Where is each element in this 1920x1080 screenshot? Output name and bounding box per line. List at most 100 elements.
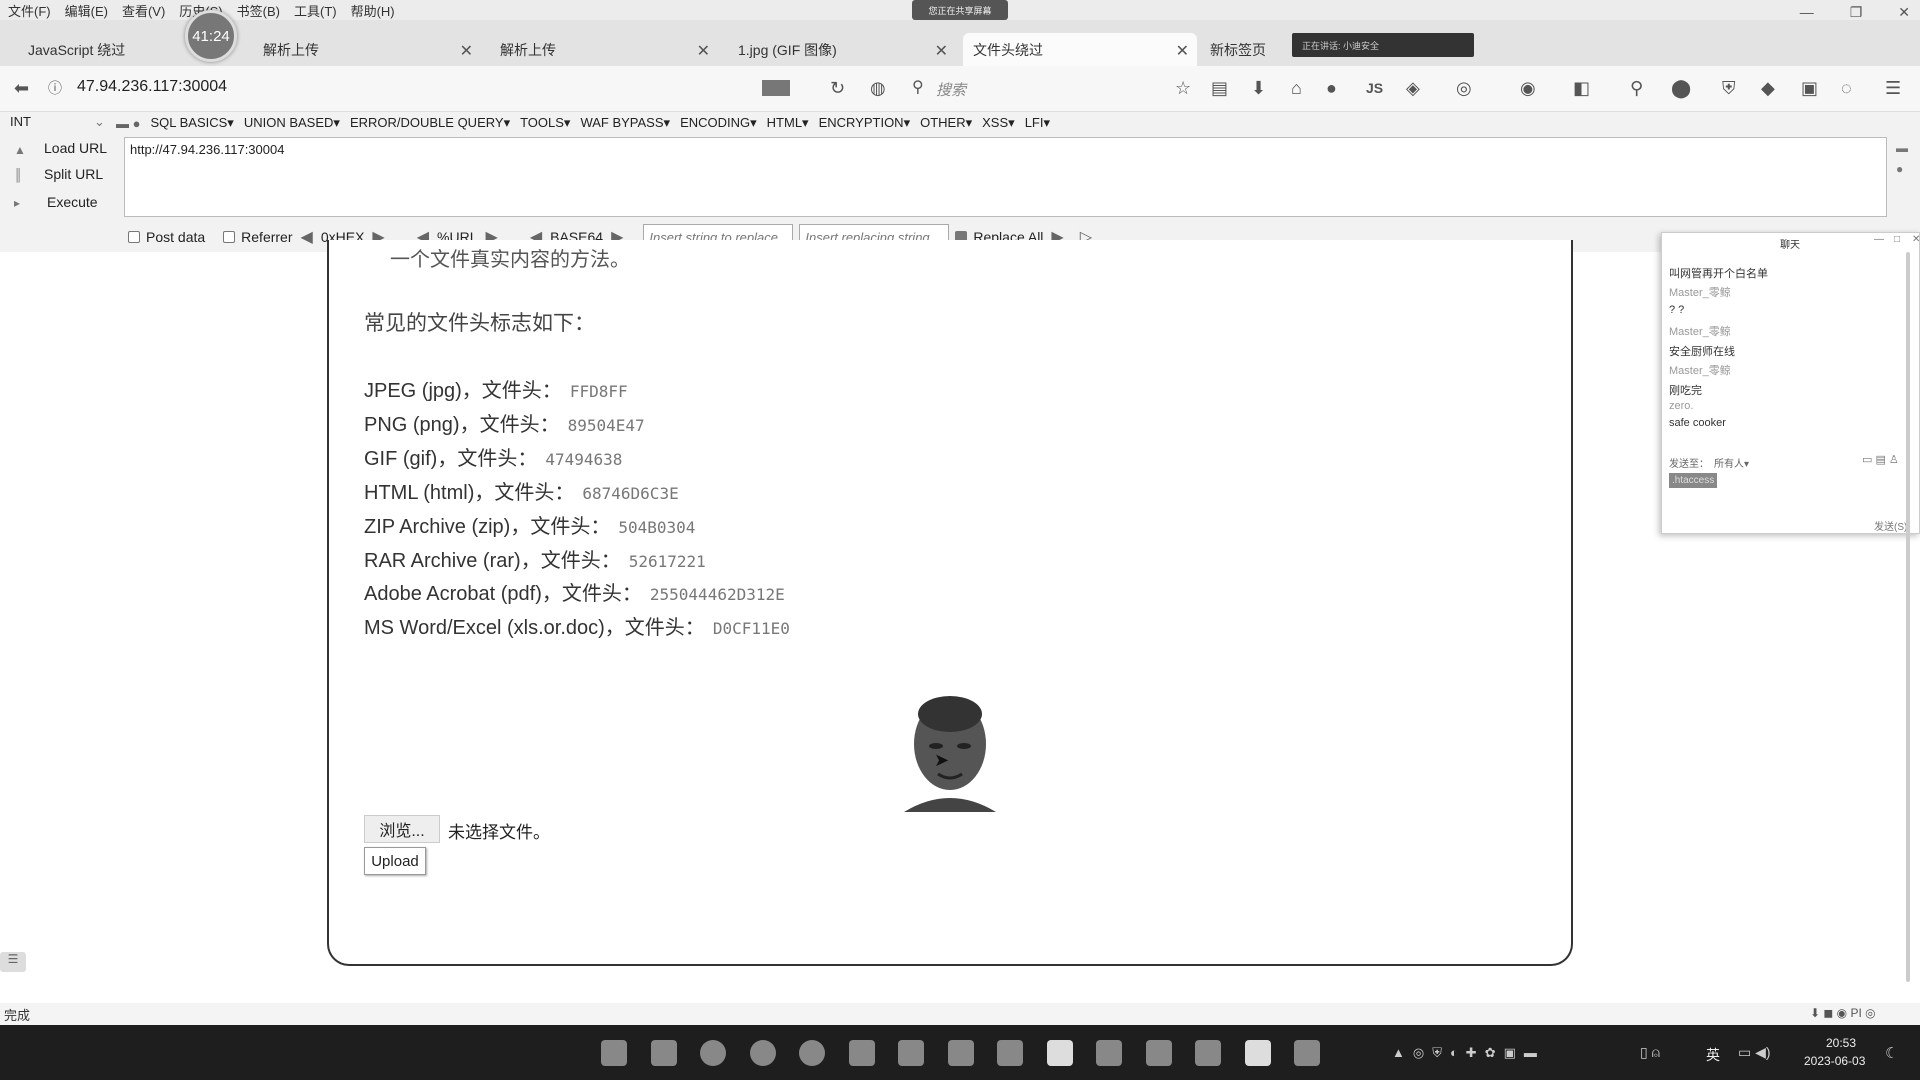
java-icon[interactable] [1245,1040,1271,1066]
menu-file[interactable]: 文件(F) [8,1,51,20]
chat-minimize-icon[interactable]: — [1874,234,1884,245]
home-icon[interactable]: ⌂ [1291,78,1302,98]
send-to-select[interactable]: 所有人▾ [1714,455,1749,470]
tab-new-tab[interactable]: 新标签页 [1200,33,1290,66]
security-app-icon[interactable] [1146,1040,1172,1066]
hackbar-menu-encryption[interactable]: ENCRYPTION▾ [819,115,911,131]
decode-arrow-icon[interactable]: ◀ [301,227,313,247]
system-tray-icons[interactable]: ▯ ⍝ [1640,1044,1660,1061]
chat-maximize-icon[interactable]: □ [1894,234,1900,245]
reader-mode-icon[interactable] [762,80,790,96]
tray-icons[interactable]: ▲◎⛨◐✚✿▣▬ [1392,1045,1545,1061]
close-tab-icon[interactable]: ✕ [697,41,710,61]
hackbar-menu-waf-bypass[interactable]: WAF BYPASS▾ [580,115,670,131]
page-scrollbar[interactable] [1906,252,1910,982]
bookmark-star-icon[interactable]: ☆ [1175,78,1191,98]
upload-button[interactable]: Upload [364,847,426,875]
chrome-icon[interactable] [750,1040,776,1066]
chat-sender: Master_零鲸 [1669,287,1731,299]
bookmarks-list-icon[interactable]: ▤ [1211,78,1228,98]
close-tab-icon[interactable]: ✕ [460,41,473,61]
search-input[interactable]: 搜索 [936,79,966,100]
app-icon[interactable] [898,1040,924,1066]
hackbar-menu-encoding[interactable]: ENCODING▾ [680,115,757,131]
tab-parse-upload-1[interactable]: 解析上传 ✕ [253,33,481,66]
chat-message-input[interactable]: .htaccess [1669,473,1718,488]
url-bar[interactable]: 47.94.236.117:30004 [77,78,227,96]
status-icons[interactable]: ⬇ ◼ ◉ PI ◎ [1810,1006,1876,1020]
tab-file-header-bypass[interactable]: 文件头绕过 ✕ [963,33,1197,66]
extension-icon[interactable]: ◉ [1520,78,1536,98]
extension-icon[interactable]: ◧ [1573,78,1590,98]
menu-edit[interactable]: 编辑(E) [65,1,108,20]
extension-icon[interactable]: ◎ [1456,78,1472,98]
extension-icon[interactable]: ▣ [1801,78,1818,98]
hackbar-menu-union-based[interactable]: UNION BASED▾ [244,115,340,131]
notification-icon[interactable]: ☾ [1885,1044,1898,1062]
referrer-checkbox[interactable] [223,231,236,243]
close-window-icon[interactable]: ✕ [1898,4,1910,21]
hackbar-side-icon[interactable]: ● [1896,162,1903,176]
hackbar-menu-error-double-query[interactable]: ERROR/DOUBLE QUERY▾ [350,115,510,131]
browse-file-button[interactable]: 浏览... [364,815,440,843]
hackbar-menu-xss[interactable]: XSS▾ [982,115,1015,131]
chat-send-button[interactable]: 发送(S) [1874,518,1907,533]
execute-button[interactable]: Execute [47,194,98,210]
extension-icon[interactable]: ● [1326,78,1337,98]
hamburger-menu-icon[interactable]: ☰ [1885,78,1901,98]
zoom-icon[interactable]: ⚲ [1630,78,1643,98]
hackbar-menu-html[interactable]: HTML▾ [767,115,809,131]
hackbar-side-icon[interactable]: ▬ [1896,141,1908,155]
clock-time[interactable]: 20:53 [1826,1036,1856,1050]
file-explorer-icon[interactable] [651,1040,677,1066]
hackbar-type-select[interactable]: INT ⌄ [10,114,105,129]
shield-icon[interactable]: ⛨ [1722,78,1736,98]
phpstorm-icon[interactable] [1096,1040,1122,1066]
adblock-icon[interactable]: ⬤ [1671,78,1691,98]
app-icon[interactable] [1294,1040,1320,1066]
chat-close-icon[interactable]: ✕ [1912,234,1920,245]
extension-icon[interactable]: ◆ [1761,78,1775,98]
chat-toolbar-icons[interactable]: ▭ ▤ ♙ [1862,453,1899,466]
hackbar-menu-tools[interactable]: TOOLS▾ [520,115,570,131]
menu-tools[interactable]: 工具(T) [294,1,337,20]
sidebar-toggle-icon[interactable]: ☰ [0,952,26,972]
edge-browser-icon[interactable] [700,1040,726,1066]
tab-gif-image[interactable]: 1.jpg (GIF 图像) ✕ [728,33,956,66]
menu-help[interactable]: 帮助(H) [351,1,395,20]
split-url-button[interactable]: Split URL [44,166,103,182]
extension-icon[interactable]: ◌ [1841,78,1852,98]
close-tab-icon[interactable]: ✕ [1176,41,1189,61]
restore-icon[interactable]: ❐ [1850,4,1863,21]
signature-hex: 52617221 [628,552,706,571]
firefox-icon[interactable] [799,1040,825,1066]
reload-icon[interactable]: ↻ [830,78,845,98]
menu-bookmarks[interactable]: 书签(B) [237,1,280,20]
clock-date[interactable]: 2023-06-03 [1804,1054,1865,1068]
extension-icon[interactable]: ◈ [1406,78,1420,98]
site-info-icon[interactable]: ⓘ [48,78,62,98]
menu-view[interactable]: 查看(V) [122,1,165,20]
load-url-button[interactable]: Load URL [44,140,107,156]
app-icon[interactable] [948,1040,974,1066]
minimize-icon[interactable]: — [1800,4,1814,20]
app-icon[interactable] [997,1040,1023,1066]
network-volume-icons[interactable]: ▭ ◀) [1738,1044,1771,1061]
tab-parse-upload-2[interactable]: 解析上传 ✕ [490,33,718,66]
app-icon[interactable] [849,1040,875,1066]
task-view-icon[interactable] [601,1040,627,1066]
js-toggle-icon[interactable]: JS [1366,78,1383,98]
post-data-checkbox[interactable] [128,231,140,243]
java-icon[interactable] [1047,1040,1073,1066]
hackbar-menu-sql-basics[interactable]: SQL BASICS▾ [150,115,233,131]
app-icon[interactable] [1195,1040,1221,1066]
back-arrow-icon[interactable]: ⬅ [14,78,29,98]
close-tab-icon[interactable]: ✕ [935,41,948,61]
input-method-indicator[interactable]: 英 [1706,1045,1720,1065]
hackbar-menu-lfi[interactable]: LFI▾ [1025,115,1050,131]
hackbar-url-textarea[interactable]: http://47.94.236.117:30004 [124,137,1887,217]
screen-sharing-indicator[interactable]: 您正在共享屏幕 [912,0,1008,20]
hackbar-menu-other[interactable]: OTHER▾ [920,115,972,131]
download-icon[interactable]: ⬇ [1251,78,1266,98]
globe-icon[interactable]: ◍ [870,78,886,98]
